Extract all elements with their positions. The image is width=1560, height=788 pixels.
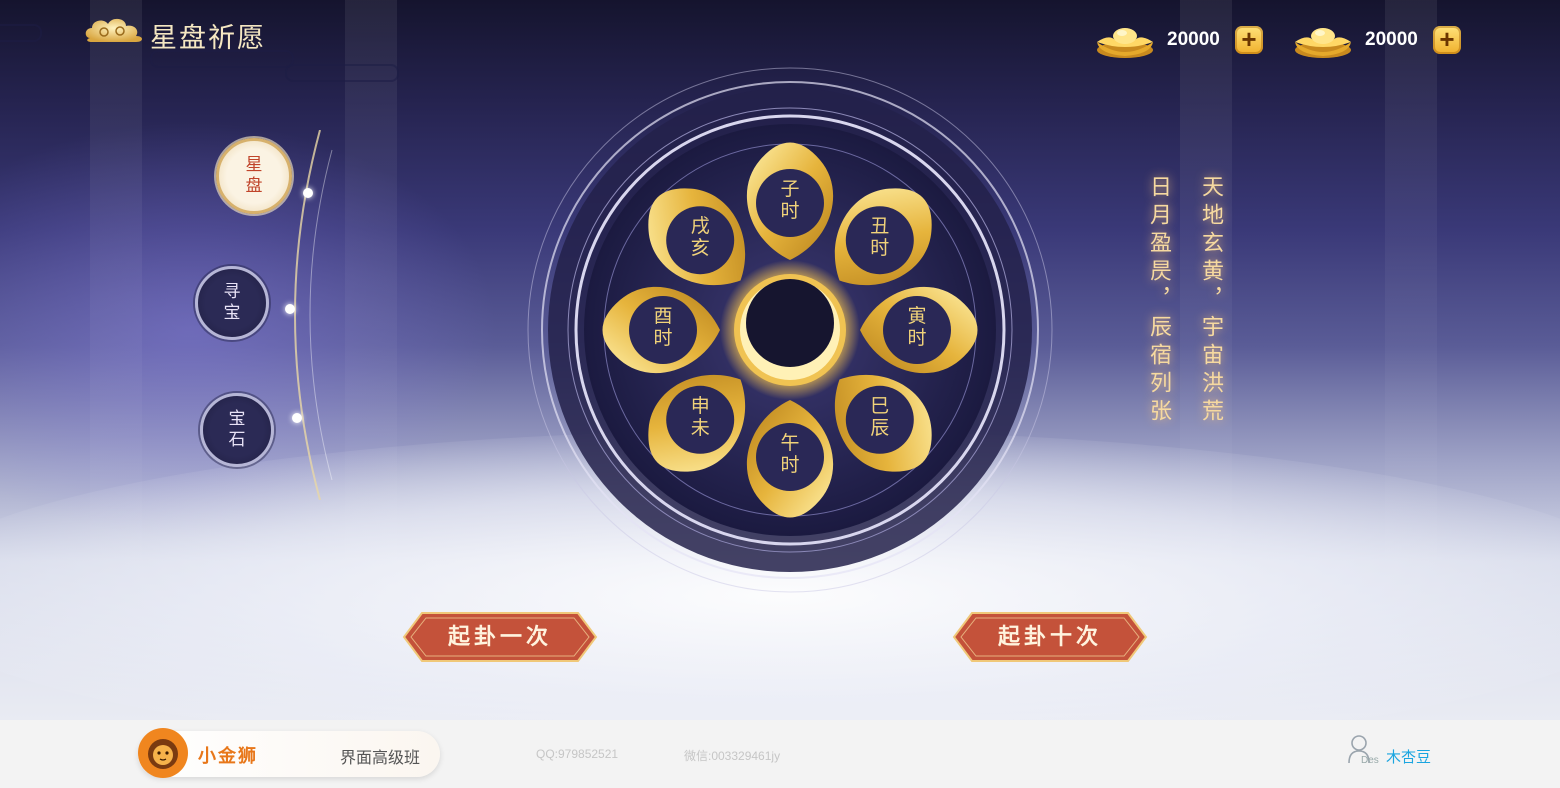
- add-currency-button[interactable]: +: [1235, 26, 1263, 54]
- cloud-decoration: [0, 24, 42, 42]
- nav-tab-label: 宝石: [228, 409, 246, 450]
- petal-label: 丑时: [870, 215, 889, 259]
- lion-logo-icon: [138, 728, 188, 778]
- nav-tab-star-chart[interactable]: 星盘: [216, 138, 292, 214]
- page-title: 星盘祈愿: [150, 23, 266, 54]
- petal-label: 酉时: [653, 305, 672, 349]
- currency-amount: 20000: [1365, 29, 1418, 50]
- draw-once-button[interactable]: 起卦一次: [400, 609, 600, 665]
- currency-slot-2: 20000 +: [1293, 18, 1461, 62]
- gold-ingot-icon: [1295, 28, 1351, 58]
- gold-ingot-icon: [1097, 28, 1153, 58]
- sky-pillar: [90, 0, 142, 560]
- nav-indicator-dot: [285, 304, 295, 314]
- brand-subtitle: 界面高级班: [340, 748, 421, 767]
- draw-ten-label: 起卦十次: [997, 624, 1102, 650]
- draw-once-label: 起卦一次: [447, 624, 552, 650]
- petal-label: 戌亥: [691, 215, 710, 259]
- cloud-decoration: [285, 64, 399, 82]
- petal-label: 申未: [691, 395, 710, 439]
- nav-tab-treasure-hunt[interactable]: 寻宝: [195, 266, 269, 340]
- nav-tab-gems[interactable]: 宝石: [200, 393, 274, 467]
- star-chart-wheel[interactable]: 子时丑时寅时巳辰午时 申未 酉时 戌亥: [505, 55, 1075, 605]
- add-currency-button[interactable]: +: [1433, 26, 1461, 54]
- wechat-contact: 微信:003329461jy: [684, 749, 781, 763]
- game-scene: 星盘祈愿 20000 + 20000 + 星盘 寻宝 宝石 子时 丑时 寅时 巳…: [0, 0, 1560, 720]
- center-moon-emblem: [720, 260, 860, 400]
- currency-amount: 20000: [1167, 29, 1220, 50]
- footer-bar: 小金狮 界面高级班 QQ:979852521 微信:003329461jy De…: [0, 720, 1560, 788]
- draw-ten-button[interactable]: 起卦十次: [950, 609, 1150, 665]
- auspicious-cloud-icon: [85, 18, 142, 42]
- petal-label: 子时: [780, 178, 799, 222]
- nav-indicator-dot: [292, 413, 302, 423]
- petal-label: 午时: [780, 432, 799, 476]
- designer-tag: Des: [1361, 755, 1379, 766]
- user-name[interactable]: 木杏豆: [1386, 746, 1431, 767]
- qq-contact: QQ:979852521: [536, 747, 619, 761]
- petal-label: 巳辰: [870, 395, 889, 439]
- brand-name: 小金狮: [198, 746, 258, 767]
- verse-line-right: 天地玄黄，宇宙洪荒: [1198, 175, 1223, 427]
- brand-badge: 小金狮 界面高级班: [138, 728, 440, 778]
- nav-tab-label: 寻宝: [223, 282, 241, 323]
- nav-indicator-dot: [303, 188, 313, 198]
- nav-tab-label: 星盘: [245, 155, 263, 196]
- currency-slot-1: 20000 +: [1095, 18, 1263, 62]
- verse-line-left: 日月盈昃，辰宿列张: [1146, 175, 1171, 427]
- petal-label: 寅时: [907, 305, 926, 349]
